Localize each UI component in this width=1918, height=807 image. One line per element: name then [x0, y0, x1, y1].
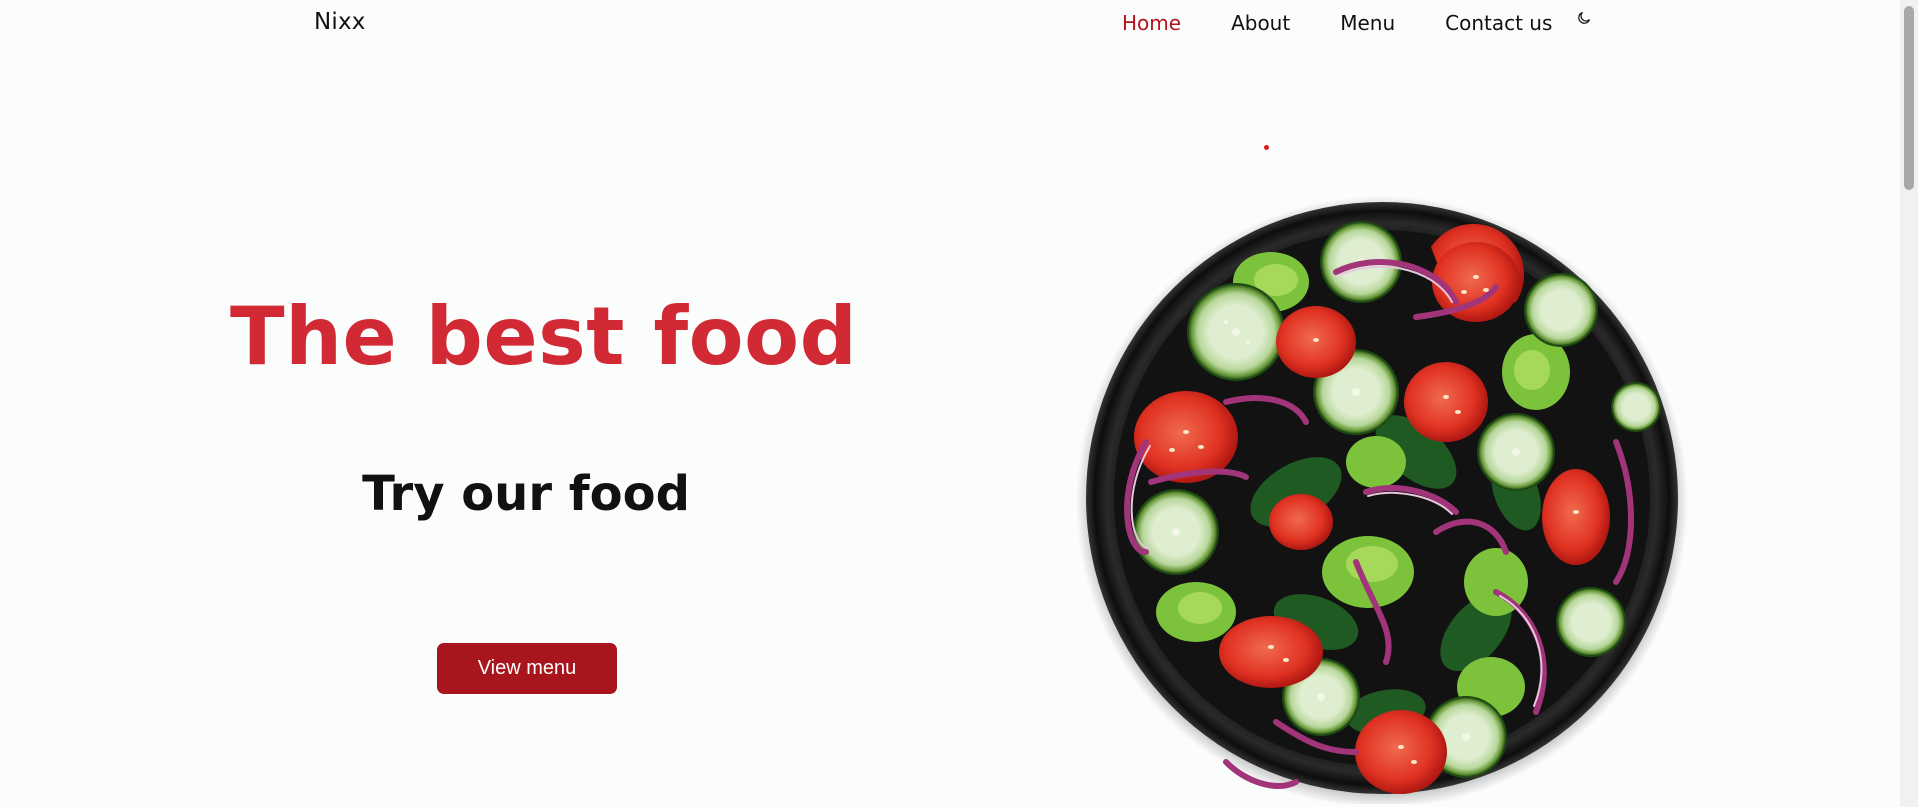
nav-menu[interactable]: Menu	[1340, 11, 1395, 35]
brand-logo[interactable]: Nixx	[314, 9, 366, 35]
nav-about[interactable]: About	[1231, 11, 1290, 35]
main-nav: Home About Menu Contact us	[1122, 11, 1592, 35]
page: Nixx Home About Menu Contact us The best…	[0, 0, 1918, 807]
scrollbar[interactable]	[1900, 0, 1918, 807]
view-menu-button[interactable]: View menu	[437, 643, 617, 694]
hero-title: The best food	[230, 290, 858, 383]
scrollbar-thumb[interactable]	[1904, 6, 1914, 190]
salad-plate-image	[1076, 192, 1688, 807]
nav-home[interactable]: Home	[1122, 11, 1181, 35]
nav-contact[interactable]: Contact us	[1445, 11, 1552, 35]
decorative-dot	[1264, 145, 1269, 150]
hero-subtitle: Try our food	[362, 466, 690, 522]
moon-icon[interactable]	[1576, 10, 1592, 26]
